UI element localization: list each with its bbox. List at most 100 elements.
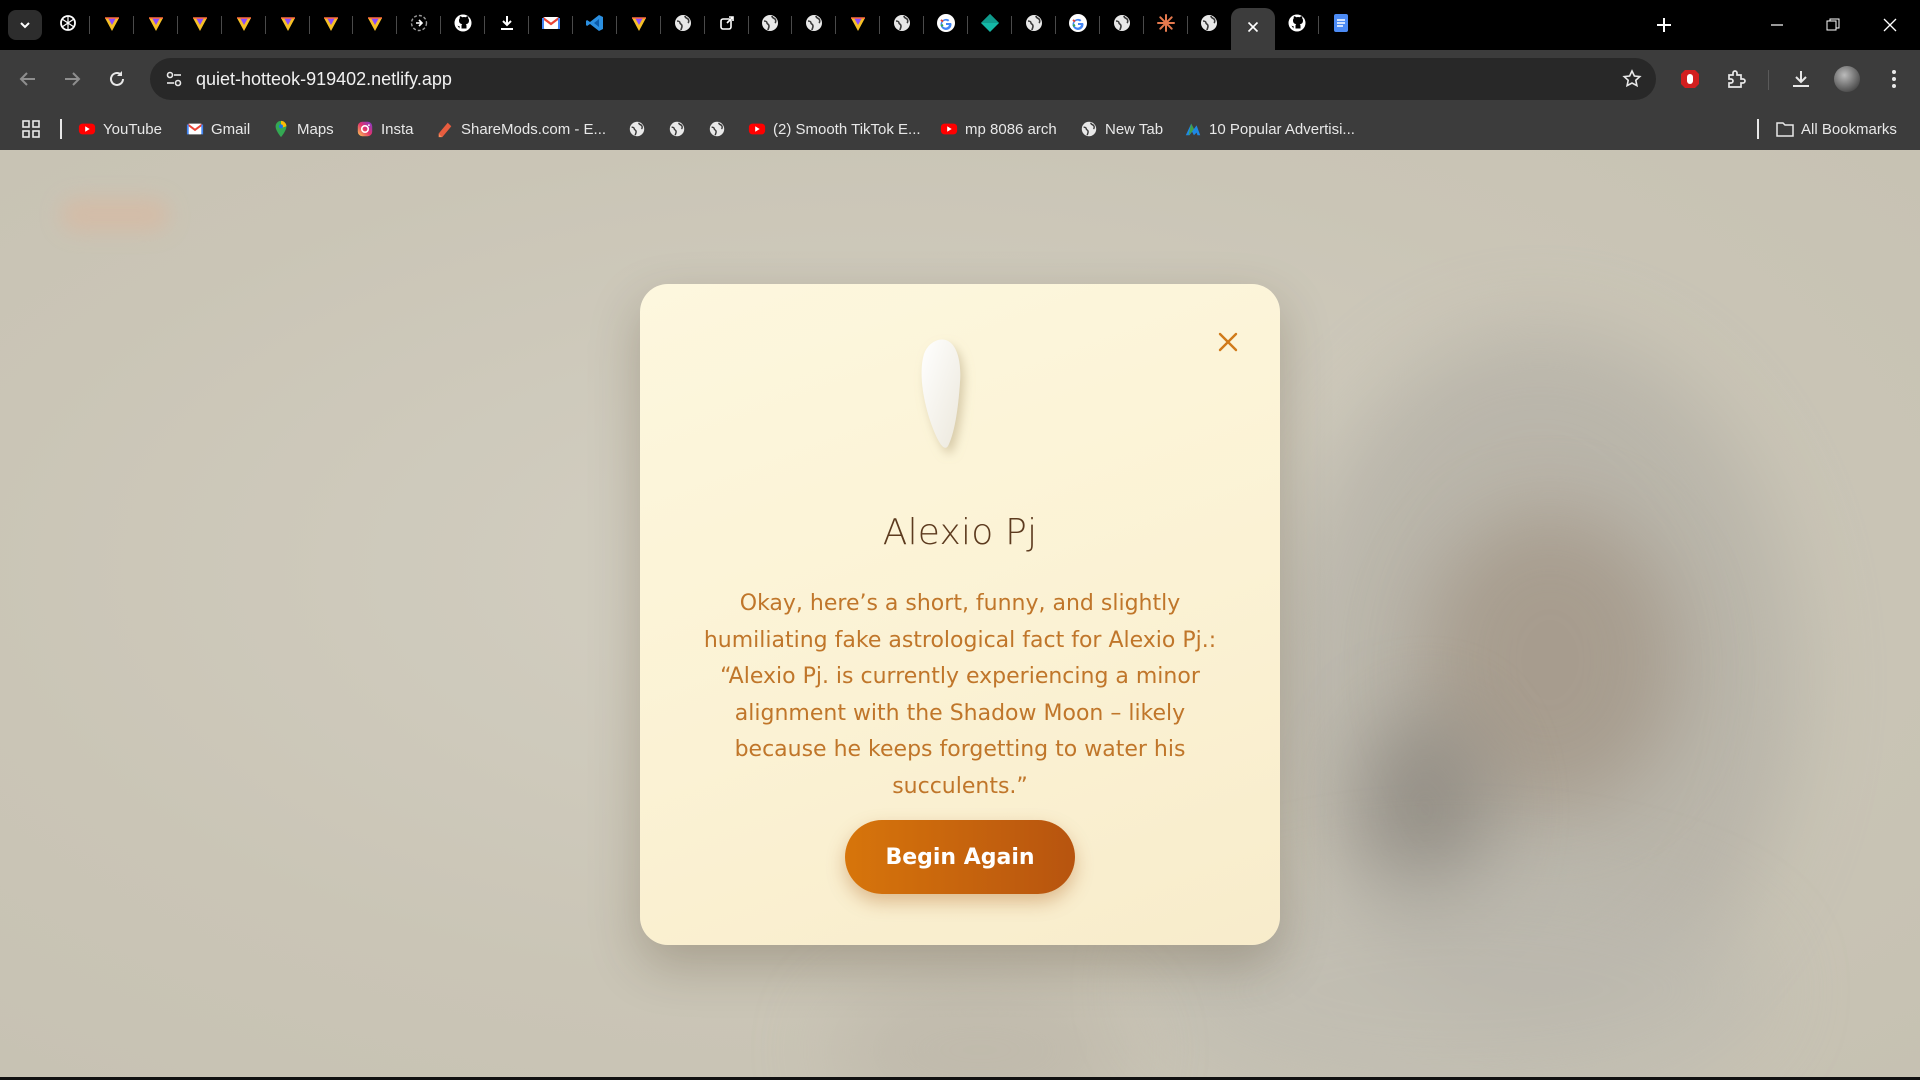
star-icon xyxy=(1622,69,1642,88)
tab-24[interactable] xyxy=(1110,13,1134,37)
all-bookmarks-label: All Bookmarks xyxy=(1801,120,1897,138)
bookmark-item[interactable]: mp 8086 arch xyxy=(940,117,1057,141)
gemini-icon xyxy=(629,13,649,38)
tab-9[interactable] xyxy=(451,13,475,37)
feather-icon xyxy=(921,339,961,448)
restore-button[interactable] xyxy=(1818,10,1848,40)
bookmark-item[interactable] xyxy=(708,117,726,141)
claude-icon xyxy=(1156,13,1176,38)
extension-adblock-button[interactable] xyxy=(1674,63,1706,95)
tab-17[interactable] xyxy=(802,13,826,37)
tab-2[interactable] xyxy=(144,13,168,37)
bookmark-label: mp 8086 arch xyxy=(965,120,1057,138)
tab-26[interactable] xyxy=(1197,13,1221,37)
tab-23[interactable] xyxy=(1066,13,1090,37)
close-icon[interactable] xyxy=(1244,18,1262,41)
folder-icon xyxy=(1776,120,1794,138)
site-info-button[interactable] xyxy=(160,65,188,93)
new-tab-button[interactable] xyxy=(1652,13,1676,37)
avatar xyxy=(1834,66,1860,92)
tab-16[interactable] xyxy=(758,13,782,37)
tab-13[interactable] xyxy=(627,13,651,37)
tab-10[interactable] xyxy=(495,13,519,37)
gmail-icon xyxy=(186,120,204,138)
tab-active[interactable] xyxy=(1231,8,1275,50)
tab-7[interactable] xyxy=(363,13,387,37)
chatgpt-icon xyxy=(58,13,78,38)
tab-6[interactable] xyxy=(319,13,343,37)
maps-icon xyxy=(272,120,290,138)
page-content: Alexio Pj Okay, here’s a short, funny, a… xyxy=(0,150,1920,1080)
bookmarks-bar: YouTube Gmail Maps Insta ShareMods.com - E..… xyxy=(0,108,1920,150)
globe-icon xyxy=(1112,13,1132,38)
tab-22[interactable] xyxy=(1022,13,1046,37)
window-close-button[interactable] xyxy=(1875,10,1905,40)
bookmark-item[interactable]: (2) Smooth TikTok E... xyxy=(748,117,921,141)
begin-again-button[interactable]: Begin Again xyxy=(845,820,1075,894)
tab-29[interactable] xyxy=(1329,13,1353,37)
bookmark-item[interactable]: Insta xyxy=(356,117,414,141)
bookmark-item[interactable]: New Tab xyxy=(1080,117,1163,141)
bookmark-item[interactable] xyxy=(668,117,686,141)
google-icon xyxy=(1068,13,1088,38)
tab-19[interactable] xyxy=(890,13,914,37)
close-icon xyxy=(1218,332,1238,352)
restore-icon xyxy=(1826,18,1840,31)
diamond-icon xyxy=(980,13,1000,38)
close-button[interactable] xyxy=(1210,324,1246,360)
chevron-down-icon xyxy=(20,22,30,29)
bookmark-item[interactable] xyxy=(628,117,646,141)
tune-icon xyxy=(166,71,182,87)
extensions-button[interactable] xyxy=(1720,63,1752,95)
bookmark-label: New Tab xyxy=(1105,120,1164,138)
profile-button[interactable] xyxy=(1831,63,1863,95)
adblock-hand-icon xyxy=(1681,70,1699,88)
url-text[interactable]: quiet-hotteok-919402.netlify.app xyxy=(196,69,452,90)
gemini-icon xyxy=(848,13,868,38)
tab-8[interactable] xyxy=(407,13,431,37)
back-button[interactable] xyxy=(12,63,44,95)
tab-0[interactable] xyxy=(56,13,80,37)
tab-1[interactable] xyxy=(100,13,124,37)
share-icon xyxy=(717,13,737,38)
tab-28[interactable] xyxy=(1285,13,1309,37)
tab-3[interactable] xyxy=(188,13,212,37)
plus-icon xyxy=(1657,18,1671,32)
address-bar[interactable]: quiet-hotteok-919402.netlify.app xyxy=(150,58,1656,100)
globe-icon xyxy=(1024,13,1044,38)
bookmark-item[interactable]: Maps xyxy=(272,117,334,141)
minimize-button[interactable] xyxy=(1762,10,1792,40)
forward-button[interactable] xyxy=(56,63,88,95)
tab-search-button[interactable] xyxy=(8,10,42,40)
globe-icon xyxy=(673,13,693,38)
google-icon xyxy=(936,13,956,38)
tab-20[interactable] xyxy=(934,13,958,37)
puzzle-icon xyxy=(1728,70,1746,88)
bookmark-item[interactable]: 10 Popular Advertisi... xyxy=(1184,117,1355,141)
tab-4[interactable] xyxy=(232,13,256,37)
bookmark-label: (2) Smooth TikTok E... xyxy=(773,120,921,138)
bookmark-item[interactable]: Gmail xyxy=(186,117,250,141)
gemini-icon xyxy=(278,13,298,38)
reload-button[interactable] xyxy=(101,63,133,95)
tab-12[interactable] xyxy=(583,13,607,37)
tab-25[interactable] xyxy=(1154,13,1178,37)
bookmark-item[interactable]: ShareMods.com - E... xyxy=(436,117,606,141)
browser-toolbar: quiet-hotteok-919402.netlify.app xyxy=(0,50,1920,108)
apps-button[interactable] xyxy=(22,117,40,141)
downloads-button[interactable] xyxy=(1785,63,1817,95)
menu-button[interactable] xyxy=(1878,63,1910,95)
tab-18[interactable] xyxy=(846,13,870,37)
tab-5[interactable] xyxy=(276,13,300,37)
tab-11[interactable] xyxy=(539,13,563,37)
tab-15[interactable] xyxy=(715,13,739,37)
bookmark-item[interactable]: YouTube xyxy=(78,117,162,141)
youtube-icon xyxy=(748,120,766,138)
circle-arrow-icon xyxy=(409,13,429,38)
tab-21[interactable] xyxy=(978,13,1002,37)
all-bookmarks-button[interactable]: All Bookmarks xyxy=(1776,117,1897,141)
tab-strip xyxy=(0,0,1920,50)
bookmark-star-button[interactable] xyxy=(1618,65,1646,93)
gemini-icon xyxy=(321,13,341,38)
tab-14[interactable] xyxy=(671,13,695,37)
